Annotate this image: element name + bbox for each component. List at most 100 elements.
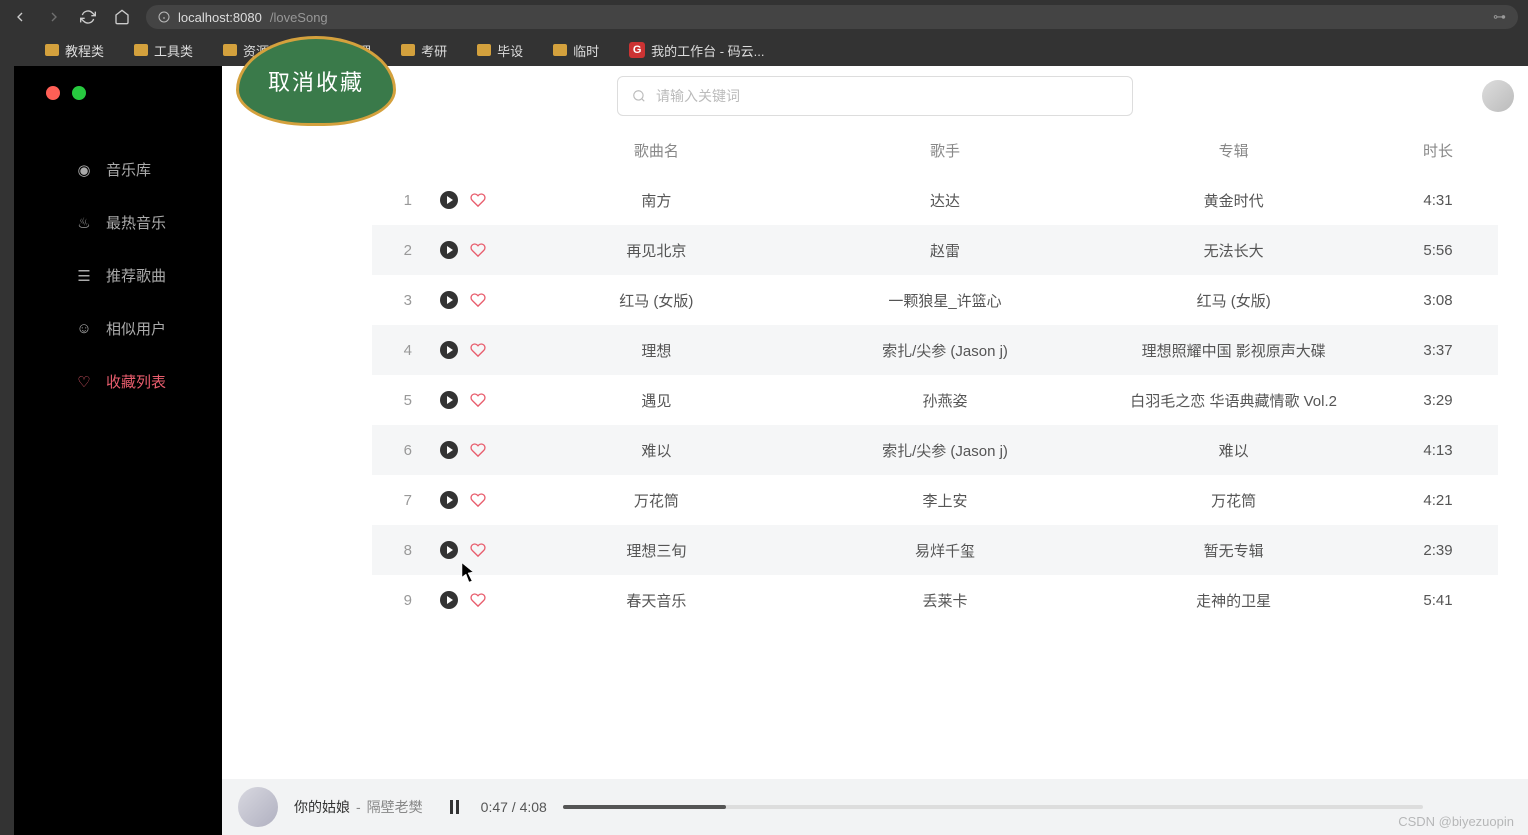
bookmark-item[interactable]: 临时 <box>553 41 599 60</box>
search-icon <box>632 89 646 103</box>
cell-artist: 达达 <box>801 190 1090 211</box>
cell-song: 红马 (女版) <box>512 290 801 311</box>
search-input[interactable] <box>656 88 1118 104</box>
cell-album: 理想照耀中国 影视原声大碟 <box>1089 340 1378 361</box>
url-bar[interactable]: localhost:8080/loveSong ⊶ <box>146 5 1518 29</box>
col-song: 歌曲名 <box>512 140 801 161</box>
fire-icon: ♨ <box>76 215 92 231</box>
search-box[interactable] <box>617 76 1133 116</box>
bookmark-label: 毕设 <box>497 41 523 60</box>
close-dot[interactable] <box>46 86 60 100</box>
heart-icon[interactable] <box>470 592 486 608</box>
heart-icon[interactable] <box>470 242 486 258</box>
heart-icon[interactable] <box>470 442 486 458</box>
row-actions <box>432 191 512 209</box>
table-row[interactable]: 9春天音乐丢莱卡走神的卫星5:41 <box>372 575 1498 625</box>
sidebar-item-library[interactable]: ◉ 音乐库 <box>14 143 222 196</box>
url-host: localhost:8080 <box>178 10 262 25</box>
key-icon[interactable]: ⊶ <box>1493 9 1506 25</box>
folder-icon <box>553 44 567 56</box>
row-index: 2 <box>372 242 432 259</box>
play-button[interactable] <box>440 591 458 609</box>
table-row[interactable]: 2再见北京赵雷无法长大5:56 <box>372 225 1498 275</box>
heart-icon[interactable] <box>470 392 486 408</box>
heart-icon[interactable] <box>470 492 486 508</box>
cell-duration: 3:37 <box>1378 342 1498 359</box>
cell-duration: 5:41 <box>1378 592 1498 609</box>
table-row[interactable]: 7万花筒李上安万花筒4:21 <box>372 475 1498 525</box>
cell-album: 黄金时代 <box>1089 190 1378 211</box>
folder-icon <box>401 44 415 56</box>
table-row[interactable]: 1 南方达达黄金时代4:31 <box>372 175 1498 225</box>
play-button[interactable] <box>440 491 458 509</box>
nav-list: ◉ 音乐库 ♨ 最热音乐 ☰ 推荐歌曲 ☺ 相似用户 ♡ 收藏列表 <box>14 143 222 408</box>
cell-artist: 丢莱卡 <box>801 590 1090 611</box>
cell-duration: 3:29 <box>1378 392 1498 409</box>
time-total: 4:08 <box>520 799 547 815</box>
cell-duration: 2:39 <box>1378 542 1498 559</box>
cell-album: 红马 (女版) <box>1089 290 1378 311</box>
heart-icon[interactable] <box>470 292 486 308</box>
forward-button[interactable] <box>44 7 64 27</box>
play-button[interactable] <box>440 541 458 559</box>
sidebar-item-label: 最热音乐 <box>106 212 166 233</box>
play-button[interactable] <box>440 191 458 209</box>
heart-icon[interactable] <box>470 192 486 208</box>
bookmark-item[interactable]: G我的工作台 - 码云... <box>629 41 764 60</box>
heart-icon[interactable] <box>470 542 486 558</box>
play-button[interactable] <box>440 441 458 459</box>
row-index: 5 <box>372 392 432 409</box>
play-button[interactable] <box>440 291 458 309</box>
row-index: 3 <box>372 292 432 309</box>
reload-button[interactable] <box>78 7 98 27</box>
cell-song: 南方 <box>512 190 801 211</box>
sidebar-item-favorites[interactable]: ♡ 收藏列表 <box>14 355 222 408</box>
cell-duration: 4:21 <box>1378 492 1498 509</box>
track-artist: 隔壁老樊 <box>367 797 423 817</box>
pause-button[interactable] <box>445 797 465 817</box>
sidebar-item-hot[interactable]: ♨ 最热音乐 <box>14 196 222 249</box>
bookmark-item[interactable]: 工具类 <box>134 41 193 60</box>
bookmark-label: 考研 <box>421 41 447 60</box>
cell-duration: 4:31 <box>1378 192 1498 209</box>
bookmark-item[interactable]: 考研 <box>401 41 447 60</box>
back-button[interactable] <box>10 7 30 27</box>
bookmark-label: 工具类 <box>154 41 193 60</box>
table-row[interactable]: 4理想索扎/尖参 (Jason j)理想照耀中国 影视原声大碟3:37 <box>372 325 1498 375</box>
sidebar-item-label: 相似用户 <box>106 318 166 339</box>
album-cover[interactable] <box>238 787 278 827</box>
cell-artist: 赵雷 <box>801 240 1090 261</box>
bookmark-item[interactable]: 教程类 <box>45 41 104 60</box>
avatar[interactable] <box>1482 80 1514 112</box>
play-button[interactable] <box>440 391 458 409</box>
row-index: 1 <box>372 192 432 209</box>
heart-icon[interactable] <box>470 342 486 358</box>
table-row[interactable]: 8理想三旬易烊千玺暂无专辑2:39 <box>372 525 1498 575</box>
table-row[interactable]: 6难以索扎/尖参 (Jason j)难以4:13 <box>372 425 1498 475</box>
sidebar-item-label: 推荐歌曲 <box>106 265 166 286</box>
window-controls <box>46 86 86 100</box>
home-button[interactable] <box>112 7 132 27</box>
play-button[interactable] <box>440 341 458 359</box>
table-row[interactable]: 3红马 (女版)一颗狼星_许篮心红马 (女版)3:08 <box>372 275 1498 325</box>
row-index: 7 <box>372 492 432 509</box>
sidebar-item-label: 收藏列表 <box>106 371 166 392</box>
col-artist: 歌手 <box>801 140 1090 161</box>
table-row[interactable]: 5遇见孙燕姿白羽毛之恋 华语典藏情歌 Vol.23:29 <box>372 375 1498 425</box>
cell-duration: 3:08 <box>1378 292 1498 309</box>
cell-album: 万花筒 <box>1089 490 1378 511</box>
col-album: 专辑 <box>1089 140 1378 161</box>
sidebar-item-similar-users[interactable]: ☺ 相似用户 <box>14 302 222 355</box>
maximize-dot[interactable] <box>72 86 86 100</box>
cell-artist: 一颗狼星_许篮心 <box>801 290 1090 311</box>
row-actions <box>432 441 512 459</box>
sidebar-item-recommend[interactable]: ☰ 推荐歌曲 <box>14 249 222 302</box>
bookmark-item[interactable]: 毕设 <box>477 41 523 60</box>
tooltip-cloud: 取消收藏 <box>236 36 396 126</box>
progress-fill <box>563 805 726 809</box>
progress-bar[interactable] <box>563 805 1423 809</box>
cell-song: 春天音乐 <box>512 590 801 611</box>
play-button[interactable] <box>440 241 458 259</box>
user-icon: ☺ <box>76 321 92 337</box>
row-actions <box>432 291 512 309</box>
